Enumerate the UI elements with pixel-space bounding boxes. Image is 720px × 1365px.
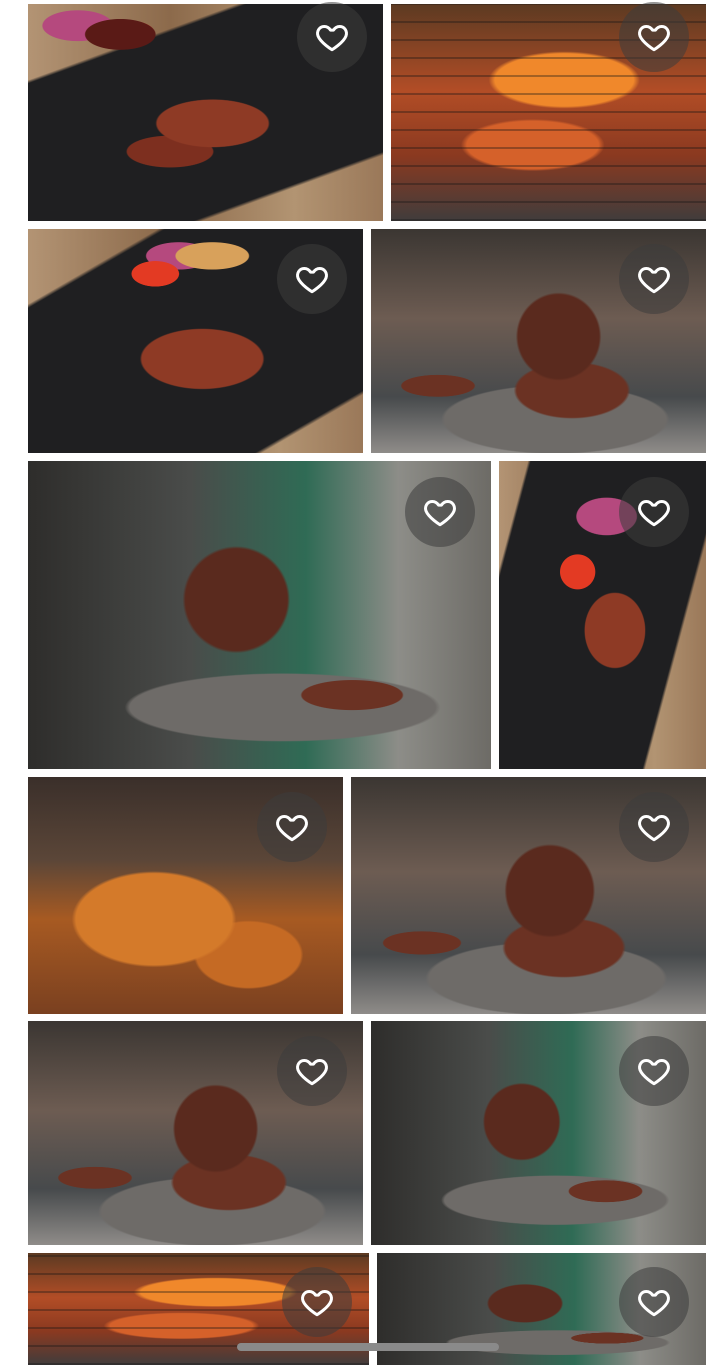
favorite-button[interactable] bbox=[619, 2, 689, 72]
favorite-button[interactable] bbox=[619, 1036, 689, 1106]
heart-outline-icon bbox=[299, 1284, 335, 1320]
favorite-button[interactable] bbox=[277, 244, 347, 314]
favorite-button[interactable] bbox=[619, 244, 689, 314]
home-indicator bbox=[237, 1343, 499, 1351]
heart-outline-icon bbox=[636, 261, 672, 297]
heart-outline-icon bbox=[636, 19, 672, 55]
heart-outline-icon bbox=[294, 261, 330, 297]
heart-outline-icon bbox=[636, 494, 672, 530]
favorite-button[interactable] bbox=[619, 477, 689, 547]
heart-outline-icon bbox=[274, 809, 310, 845]
heart-outline-icon bbox=[294, 1053, 330, 1089]
heart-outline-icon bbox=[636, 1284, 672, 1320]
favorite-button[interactable] bbox=[257, 792, 327, 862]
favorite-button[interactable] bbox=[282, 1267, 352, 1337]
heart-outline-icon bbox=[636, 1053, 672, 1089]
favorite-button[interactable] bbox=[277, 1036, 347, 1106]
heart-outline-icon bbox=[314, 19, 350, 55]
heart-outline-icon bbox=[636, 809, 672, 845]
favorite-button[interactable] bbox=[297, 2, 367, 72]
favorite-button[interactable] bbox=[405, 477, 475, 547]
favorite-button[interactable] bbox=[619, 792, 689, 862]
favorite-button[interactable] bbox=[619, 1267, 689, 1337]
heart-outline-icon bbox=[422, 494, 458, 530]
